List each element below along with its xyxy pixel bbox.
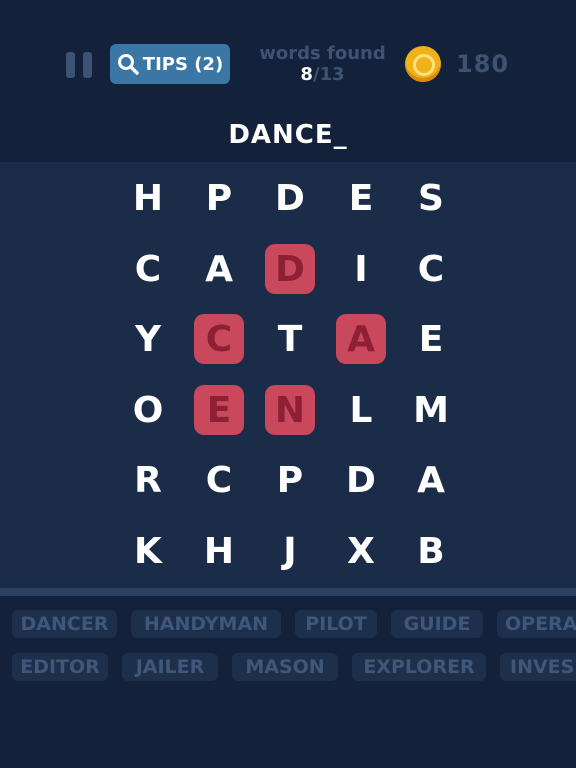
word-chip: MASON — [232, 653, 338, 681]
grid-cell[interactable]: O — [123, 385, 173, 435]
grid-cell[interactable]: L — [336, 385, 386, 435]
grid-cell[interactable]: T — [265, 314, 315, 364]
grid-cell[interactable]: R — [123, 455, 173, 505]
grid-cell[interactable]: D — [265, 173, 315, 223]
grid-cell[interactable]: Y — [123, 314, 173, 364]
grid-cell[interactable]: I — [336, 244, 386, 294]
current-word: DANCE_ — [228, 120, 348, 150]
word-chip: GUIDE — [391, 610, 483, 638]
word-chip: EXPLORER — [352, 653, 486, 681]
grid-cell[interactable]: N — [265, 385, 315, 435]
grid-cell[interactable]: E — [406, 314, 456, 364]
divider — [0, 588, 576, 596]
pause-icon[interactable] — [66, 52, 94, 78]
word-list: DANCER HANDYMAN PILOT GUIDE OPERA EDITOR… — [0, 596, 576, 768]
word-chip: JAILER — [122, 653, 218, 681]
grid-cell[interactable]: P — [265, 455, 315, 505]
grid-cell[interactable]: A — [336, 314, 386, 364]
grid-cell[interactable]: C — [406, 244, 456, 294]
tips-label: TIPS (2) — [142, 53, 224, 75]
word-chip: HANDYMAN — [131, 610, 281, 638]
grid-cell[interactable]: C — [194, 455, 244, 505]
grid-cell[interactable]: P — [194, 173, 244, 223]
word-list-row-2: EDITOR JAILER MASON EXPLORER INVES — [0, 653, 576, 683]
word-chip: EDITOR — [12, 653, 108, 681]
grid-cell[interactable]: H — [194, 526, 244, 576]
grid-cell[interactable]: C — [194, 314, 244, 364]
words-found-count: 8/13 — [250, 64, 395, 86]
word-chip: DANCER — [12, 610, 117, 638]
tips-button[interactable]: TIPS (2) — [110, 44, 230, 84]
grid-cell[interactable]: B — [406, 526, 456, 576]
grid-cell[interactable]: K — [123, 526, 173, 576]
grid-cell[interactable]: E — [194, 385, 244, 435]
coin-balance: 180 — [456, 50, 510, 78]
top-bar: TIPS (2) words found 8/13 180 DANCE_ — [0, 0, 576, 162]
grid-cell[interactable]: M — [406, 385, 456, 435]
words-found-label: words found — [259, 43, 386, 64]
words-found-total: /13 — [312, 64, 345, 85]
grid-cell[interactable]: D — [265, 244, 315, 294]
words-found-current: 8 — [300, 64, 313, 85]
coin-icon — [405, 46, 441, 82]
words-found-counter: words found 8/13 — [250, 44, 395, 86]
grid-cell[interactable]: C — [123, 244, 173, 294]
grid-cell[interactable]: A — [406, 455, 456, 505]
letter-grid: HPDESCADICYCTAEOENLMRCPDAKHJXB — [0, 162, 576, 588]
grid-cell[interactable]: D — [336, 455, 386, 505]
grid-cell[interactable]: S — [406, 173, 456, 223]
word-chip: OPERA — [497, 610, 576, 638]
grid-cell[interactable]: J — [265, 526, 315, 576]
grid-cell[interactable]: H — [123, 173, 173, 223]
word-chip: INVES — [500, 653, 576, 681]
grid-cell[interactable]: A — [194, 244, 244, 294]
search-icon — [117, 54, 139, 75]
grid-cell[interactable]: X — [336, 526, 386, 576]
grid-cell[interactable]: E — [336, 173, 386, 223]
word-chip: PILOT — [295, 610, 377, 638]
word-list-row-1: DANCER HANDYMAN PILOT GUIDE OPERA — [0, 610, 576, 640]
